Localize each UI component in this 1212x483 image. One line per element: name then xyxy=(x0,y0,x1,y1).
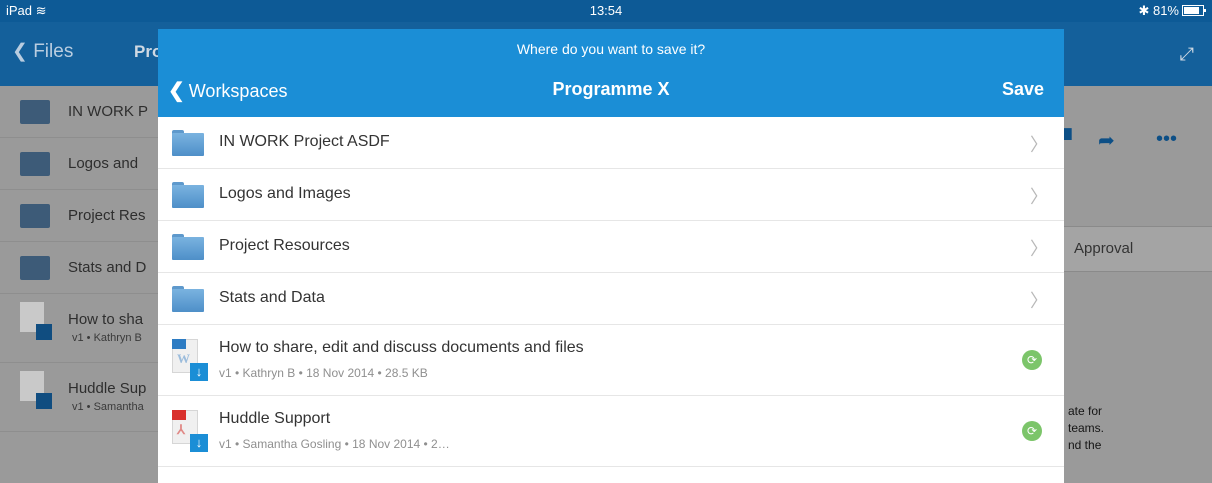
background-row-label: How to sha xyxy=(68,311,144,328)
file-row[interactable]: W ↓ How to share, edit and discuss docum… xyxy=(158,325,1064,396)
description-line: nd the xyxy=(1068,438,1102,452)
folder-name: IN WORK Project ASDF xyxy=(219,133,390,150)
synced-icon: ⟳ xyxy=(1022,350,1042,370)
synced-icon: ⟳ xyxy=(1022,421,1042,441)
expand-icon: ⤢ xyxy=(1179,44,1194,64)
approval-label: Approval xyxy=(1074,240,1134,257)
download-icon: ↓ xyxy=(190,434,208,452)
chevron-right-icon: 〉 xyxy=(1030,291,1048,311)
pdf-document-icon: ⅄ ↓ xyxy=(172,410,208,452)
description-line: teams. xyxy=(1068,421,1105,435)
folder-icon xyxy=(20,256,50,280)
background-row-meta: v1 • Samantha xyxy=(72,401,144,413)
share-icon: ➦ xyxy=(1098,130,1115,152)
background-row-label: Project Res xyxy=(68,207,146,224)
pdf-document-icon xyxy=(20,371,52,409)
file-name: How to share, edit and discuss documents… xyxy=(219,339,584,356)
clock: 13:54 xyxy=(589,3,623,18)
folder-row[interactable]: Project Resources 〉 xyxy=(158,221,1064,273)
background-row: Logos and xyxy=(0,138,160,190)
word-document-icon xyxy=(20,302,52,340)
folder-icon xyxy=(20,204,50,228)
background-row: How to sha v1 • Kathryn B xyxy=(0,294,160,363)
background-row-label: Stats and D xyxy=(68,259,147,276)
background-row: Huddle Sup v1 • Samantha xyxy=(0,363,160,432)
folder-name: Logos and Images xyxy=(219,185,351,202)
status-right: ✱ 81% xyxy=(1138,3,1206,19)
back-label: Workspaces xyxy=(188,81,288,101)
status-bar: iPad ≋ 13:54 ✱ 81% xyxy=(0,0,1212,22)
background-row: Project Res xyxy=(0,190,160,242)
file-meta: v1 • Kathryn B • 18 Nov 2014 • 28.5 KB xyxy=(219,366,428,380)
folder-row[interactable]: Stats and Data 〉 xyxy=(158,273,1064,325)
chevron-right-icon: 〉 xyxy=(1030,135,1048,155)
download-icon: ↓ xyxy=(190,363,208,381)
description-line: ate for xyxy=(1068,404,1103,418)
bluetooth-icon: ✱ xyxy=(1138,3,1150,18)
modal-title: Programme X xyxy=(552,79,670,99)
folder-name: Project Resources xyxy=(219,237,350,254)
battery-icon xyxy=(1182,5,1206,16)
folder-icon xyxy=(20,100,50,124)
folder-icon xyxy=(172,286,204,312)
background-row-label: IN WORK P xyxy=(68,103,149,120)
background-row-label: Logos and xyxy=(68,155,139,172)
workspaces-back-button[interactable]: ❮ Workspaces xyxy=(168,78,287,103)
background-description: ate for teams. nd the xyxy=(1068,403,1104,454)
background-row: Stats and D xyxy=(0,242,160,294)
more-icon: ••• xyxy=(1156,128,1178,150)
folder-icon xyxy=(20,152,50,176)
edge-fragment-icon: ▘ xyxy=(1064,130,1080,152)
folder-list: IN WORK Project ASDF 〉 Logos and Images … xyxy=(158,117,1064,467)
save-button[interactable]: Save xyxy=(1002,79,1044,100)
file-name: Huddle Support xyxy=(219,410,331,427)
chevron-left-icon: ❮ xyxy=(168,80,185,102)
battery-percent: 81% xyxy=(1152,3,1179,18)
background-row-meta: v1 • Kathryn B xyxy=(72,332,142,344)
folder-icon xyxy=(172,130,204,156)
background-back-label: Files xyxy=(33,41,74,62)
folder-icon xyxy=(172,234,204,260)
background-row: IN WORK P xyxy=(0,86,160,138)
chevron-right-icon: 〉 xyxy=(1030,187,1048,207)
modal-prompt: Where do you want to save it? xyxy=(516,41,706,57)
folder-row[interactable]: Logos and Images 〉 xyxy=(158,169,1064,221)
folder-icon xyxy=(172,182,204,208)
file-row[interactable]: ⅄ ↓ Huddle Support v1 • Samantha Gosling… xyxy=(158,396,1064,467)
background-back-button: ❮ Files xyxy=(12,41,74,62)
background-approval-button: Approval xyxy=(1064,226,1212,272)
save-location-modal: Where do you want to save it? ❮ Workspace… xyxy=(158,29,1064,483)
background-row-label: Huddle Sup xyxy=(68,380,147,397)
modal-header: Where do you want to save it? ❮ Workspace… xyxy=(158,29,1064,117)
folder-name: Stats and Data xyxy=(219,289,325,306)
folder-row[interactable]: IN WORK Project ASDF 〉 xyxy=(158,117,1064,169)
background-file-list: IN WORK P Logos and Project Res Stats an… xyxy=(0,86,160,483)
word-document-icon: W ↓ xyxy=(172,339,208,381)
chevron-right-icon: 〉 xyxy=(1030,239,1048,259)
file-meta: v1 • Samantha Gosling • 18 Nov 2014 • 2… xyxy=(219,437,450,451)
